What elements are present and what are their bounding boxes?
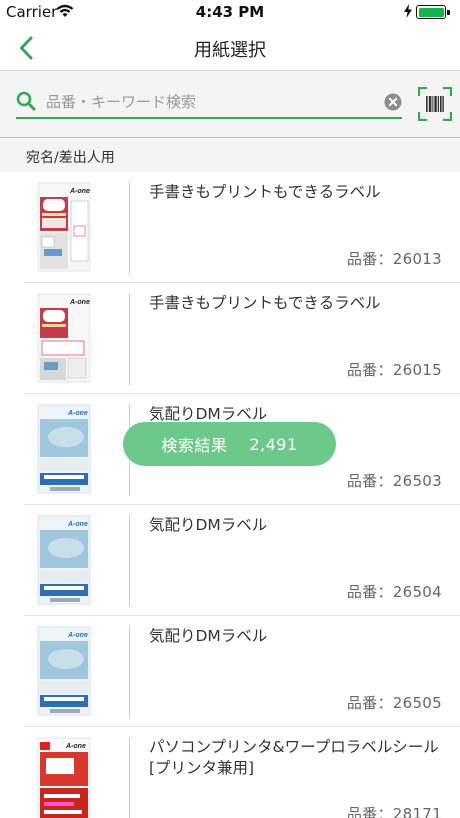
barcode-scan-icon[interactable] — [418, 87, 452, 121]
product-code: 品番：26015 — [347, 359, 442, 380]
screen: Carrier 4:43 PM 用紙選択 品番・キーワード検索 宛名/差出人用 … — [0, 0, 460, 818]
row-divider — [129, 182, 130, 274]
section-header: 宛名/差出人用 — [0, 138, 460, 172]
search-icon — [16, 91, 36, 111]
page-title: 用紙選択 — [194, 40, 266, 61]
product-thumbnail: A-one — [36, 625, 92, 717]
svg-text:A-one: A-one — [69, 188, 90, 195]
product-name: 気配りDMラベル — [149, 627, 268, 645]
svg-text:A-one: A-one — [65, 743, 86, 750]
svg-text:A-one: A-one — [67, 632, 88, 639]
product-row[interactable]: A-one 気配りDMラベル 品番：26504 — [0, 505, 460, 616]
product-row[interactable]: A-one 気配りDMラベル 品番：26505 — [0, 616, 460, 727]
search-result-badge: 検索結果 2,491 — [123, 422, 336, 466]
product-code: 品番：26505 — [347, 692, 442, 713]
product-name: 気配りDMラベル — [149, 516, 268, 534]
clock-label: 4:43 PM — [195, 3, 265, 21]
product-code-value: 26504 — [392, 583, 442, 601]
result-count: 2,491 — [249, 434, 298, 454]
product-thumbnail: A-one — [36, 403, 92, 495]
product-code-label: 品番： — [346, 805, 393, 818]
svg-text:A-one: A-one — [67, 521, 88, 528]
charging-icon — [404, 4, 412, 18]
product-code: 品番：26013 — [347, 248, 442, 269]
product-name: パソコンプリンタ&ワープロラベルシール[プリンタ兼用] — [149, 738, 439, 777]
product-thumbnail: A-one — [36, 736, 92, 818]
battery-icon — [416, 5, 450, 19]
search-input[interactable] — [46, 89, 376, 115]
product-code-label: 品番： — [346, 361, 393, 379]
clear-icon[interactable] — [384, 93, 402, 111]
product-list: A-one 手書きもプリントもできるラベル 品番：26013 A-one 手書き… — [0, 172, 460, 818]
product-code-value: 26505 — [392, 694, 442, 712]
product-code-label: 品番： — [346, 583, 393, 601]
product-code-label: 品番： — [346, 250, 393, 268]
product-code: 品番：26503 — [347, 470, 442, 491]
search-field — [16, 87, 402, 119]
navigation-bar: 用紙選択 — [0, 26, 460, 70]
product-code-value: 26015 — [392, 361, 442, 379]
product-code-label: 品番： — [346, 694, 393, 712]
row-divider — [129, 293, 130, 385]
product-code: 品番：28171 — [347, 803, 442, 818]
product-code-label: 品番： — [346, 472, 393, 490]
product-row[interactable]: A-one 手書きもプリントもできるラベル 品番：26015 — [0, 283, 460, 394]
product-thumbnail: A-one — [36, 181, 92, 273]
svg-text:A-one: A-one — [67, 410, 88, 417]
row-divider — [129, 626, 130, 718]
product-name: 手書きもプリントもできるラベル — [149, 183, 381, 201]
product-code-value: 26013 — [392, 250, 442, 268]
product-row[interactable]: A-one 手書きもプリントもできるラベル 品番：26013 — [0, 172, 460, 283]
product-code-value: 26503 — [392, 472, 442, 490]
product-thumbnail: A-one — [36, 292, 92, 384]
status-bar: Carrier 4:43 PM — [0, 0, 460, 26]
row-divider — [129, 737, 130, 818]
row-divider — [129, 515, 130, 607]
search-area — [0, 70, 460, 138]
svg-text:A-one: A-one — [69, 299, 90, 306]
result-label: 検索結果 — [161, 436, 228, 455]
product-code: 品番：26504 — [347, 581, 442, 602]
product-name: 手書きもプリントもできるラベル — [149, 294, 381, 312]
product-code-value: 28171 — [392, 805, 442, 818]
product-thumbnail: A-one — [36, 514, 92, 606]
product-row[interactable]: A-one パソコンプリンタ&ワープロラベルシール[プリンタ兼用] 品番：281… — [0, 727, 460, 818]
section-label: 宛名/差出人用 — [26, 150, 115, 166]
